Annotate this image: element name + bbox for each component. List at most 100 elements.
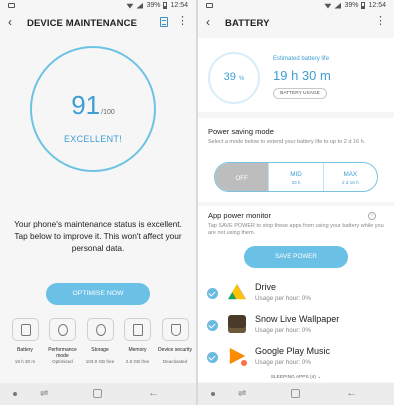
app-usage: Usage per hour: 0% [255, 359, 312, 366]
checkbox-checked-icon[interactable] [207, 288, 218, 299]
tile-performance[interactable]: Performance mode Optimised [46, 318, 80, 365]
more-options-icon[interactable]: ⋮ [177, 15, 188, 27]
mode-sub: 2 d 16 h [342, 180, 359, 185]
mode-label: MAX [343, 171, 358, 178]
mode-sub: 33 h [291, 180, 301, 185]
status-bar: 39% 12:54 [198, 0, 394, 12]
tile-value: Optimised [52, 359, 73, 364]
maintenance-description: Your phone's maintenance status is excel… [14, 219, 182, 253]
back-icon[interactable]: ← [346, 387, 357, 399]
nav-dot-icon[interactable] [13, 392, 17, 396]
app-power-monitor-description: Tap SAVE POWER to stop these apps from u… [208, 223, 384, 236]
wifi-icon [324, 3, 332, 9]
power-mode-selector: OFF MID 33 h MAX 2 d 16 h [214, 162, 378, 192]
navigation-bar: ⇌ ← [0, 383, 196, 405]
image-notification-icon [8, 3, 15, 8]
clock: 12:54 [170, 2, 188, 9]
tile-label: Memory [128, 347, 147, 353]
recent-apps-icon[interactable]: ⇌ [238, 388, 246, 399]
report-icon[interactable] [160, 17, 168, 27]
battery-status-icon [361, 2, 366, 9]
performance-icon [58, 324, 68, 336]
tile-label: Battery [17, 347, 33, 353]
app-row-snow-live-wallpaper[interactable]: Snow Live Wallpaper Usage per hour: 0% [198, 313, 394, 343]
drive-app-icon [228, 283, 246, 300]
tile-storage[interactable]: Storage 103.9 GB free [83, 318, 117, 365]
tile-label: Device security [158, 347, 192, 353]
tile-value: 103.9 GB free [85, 359, 115, 364]
status-bar: 39% 12:54 [0, 0, 196, 12]
app-usage: Usage per hour: 0% [255, 295, 312, 302]
home-icon[interactable] [93, 389, 102, 398]
optimise-now-button[interactable]: OPTIMISE NOW [46, 283, 150, 305]
mode-label: OFF [235, 175, 248, 182]
app-row-drive[interactable]: Drive Usage per hour: 0% [198, 281, 394, 311]
app-name: Google Play Music [255, 346, 331, 356]
mode-off[interactable]: OFF [215, 163, 269, 191]
mode-max[interactable]: MAX 2 d 16 h [322, 163, 377, 191]
info-icon[interactable]: i [368, 212, 376, 220]
battery-status-icon [163, 2, 168, 9]
battery-ring: 39 % [208, 52, 260, 104]
title-bar: ‹ DEVICE MAINTENANCE ⋮ [0, 14, 196, 32]
sleeping-apps-toggle[interactable]: SLEEPING APPS (4) ⌄ [198, 375, 394, 380]
mode-label: MID [290, 171, 302, 178]
score-ring: 91/100 EXCELLENT! [30, 46, 156, 172]
percent-unit: % [238, 76, 245, 82]
tile-value: 2.6 GB free [125, 359, 150, 364]
power-saving-title: Power saving mode [208, 127, 274, 136]
storage-icon [95, 324, 106, 336]
navigation-bar: ⇌ ← [198, 383, 394, 405]
nav-dot-icon[interactable] [211, 392, 215, 396]
battery-percent: 39% [344, 2, 359, 9]
signal-icon [334, 2, 342, 9]
power-saving-description: Select a mode below to extend your batte… [208, 139, 366, 145]
estimated-life-label: Estimated battery life [273, 56, 330, 62]
maintenance-tiles: Battery 19 h 30 m Performance mode Optim… [8, 318, 192, 365]
tile-label: Storage [91, 347, 109, 353]
tile-memory[interactable]: Memory 2.6 GB free [121, 318, 155, 365]
memory-icon [133, 324, 143, 336]
battery-percent: 39% [146, 2, 161, 9]
screens: 39% 12:54 ‹ DEVICE MAINTENANCE ⋮ 91/100 … [0, 0, 394, 405]
battery-screen: 39% 12:54 ‹ BATTERY ⋮ 39 % Estimated bat… [198, 0, 394, 405]
estimated-life-value: 19 h 30 m [273, 68, 331, 83]
mode-mid[interactable]: MID 33 h [268, 163, 322, 191]
save-power-button[interactable]: SAVE POWER [244, 246, 348, 268]
battery-usage-button[interactable]: BATTERY USAGE [273, 88, 327, 99]
checkbox-checked-icon[interactable] [207, 352, 218, 363]
back-arrow-icon[interactable]: ‹ [206, 16, 210, 28]
wifi-icon [126, 3, 134, 9]
app-power-monitor-title: App power monitor [208, 211, 271, 220]
battery-percent-value: 39 [223, 71, 236, 83]
app-badge-icon [240, 359, 248, 367]
page-title: DEVICE MAINTENANCE [27, 18, 138, 29]
back-arrow-icon[interactable]: ‹ [8, 16, 12, 28]
tile-value: 19 h 30 m [14, 359, 36, 364]
score-max: /100 [101, 109, 115, 116]
recent-apps-icon[interactable]: ⇌ [40, 388, 48, 399]
clock: 12:54 [368, 2, 386, 9]
tile-value: Deactivated [162, 359, 188, 364]
more-options-icon[interactable]: ⋮ [375, 15, 386, 27]
image-notification-icon [206, 3, 213, 8]
home-icon[interactable] [291, 389, 300, 398]
device-maintenance-screen: 39% 12:54 ‹ DEVICE MAINTENANCE ⋮ 91/100 … [0, 0, 196, 405]
tile-security[interactable]: Device security Deactivated [158, 318, 192, 365]
page-title: BATTERY [225, 18, 270, 29]
app-row-google-play-music[interactable]: Google Play Music Usage per hour: 0% [198, 345, 394, 375]
app-usage: Usage per hour: 0% [255, 327, 312, 334]
tile-battery[interactable]: Battery 19 h 30 m [8, 318, 42, 365]
score-status: EXCELLENT! [63, 134, 123, 144]
back-icon[interactable]: ← [148, 387, 159, 399]
checkbox-checked-icon[interactable] [207, 320, 218, 331]
title-bar: ‹ BATTERY ⋮ [198, 14, 394, 32]
signal-icon [136, 2, 144, 9]
battery-icon [20, 324, 31, 336]
app-name: Snow Live Wallpaper [255, 314, 340, 324]
app-name: Drive [255, 282, 277, 292]
tile-label: Performance mode [48, 347, 77, 359]
security-icon [170, 324, 181, 336]
score-value: 91 [71, 90, 101, 120]
wallpaper-app-icon [228, 315, 246, 333]
